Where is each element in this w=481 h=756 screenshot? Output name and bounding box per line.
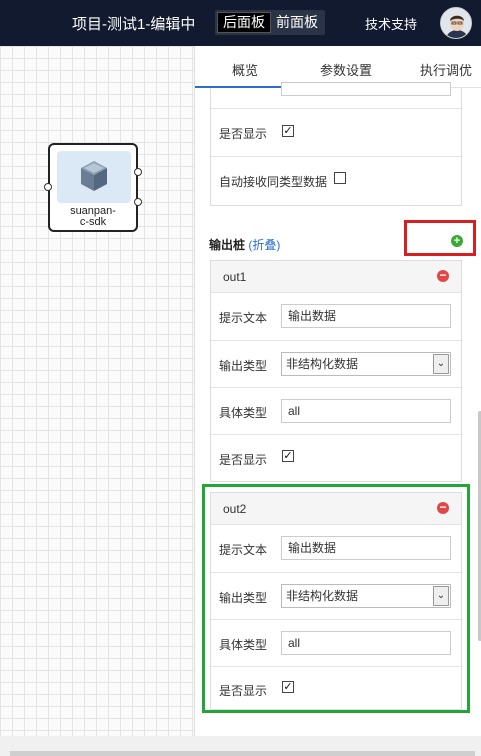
show-row: 是否显示 ✓	[211, 108, 461, 156]
backend-panel-button[interactable]: 后面板	[217, 12, 271, 33]
input-port[interactable]	[44, 183, 52, 191]
auto-receive-row: 自动接收同类型数据	[211, 156, 461, 204]
output-show-row: 是否显示 ✓	[211, 434, 461, 481]
node-icon-box	[57, 151, 131, 203]
input-settings-box: 是否显示 ✓ 自动接收同类型数据	[210, 82, 462, 206]
show-label: 是否显示	[219, 127, 268, 141]
auto-receive-label: 自动接收同类型数据	[219, 175, 328, 189]
output-section-title: 输出桩 (折叠)	[209, 236, 280, 253]
hint-input[interactable]: 输出数据	[281, 304, 451, 328]
type-label: 输出类型	[219, 359, 268, 373]
tech-support-link[interactable]: 技术支持	[365, 14, 417, 33]
component-node[interactable]: suanpan- c-sdk	[44, 143, 142, 232]
type-select-value: 非结构化数据	[286, 357, 359, 371]
specific-row: 具体类型 all	[211, 387, 461, 434]
output-port-2[interactable]	[134, 198, 142, 206]
output-header: out1 −	[211, 261, 461, 293]
tab-params[interactable]: 参数设置	[320, 60, 372, 79]
remove-output-icon[interactable]: −	[437, 269, 449, 282]
tab-tuning[interactable]: 执行调优	[420, 60, 472, 79]
output-show-checkbox[interactable]: ✓	[282, 450, 294, 462]
output-name: out1	[223, 270, 247, 284]
chevron-down-icon: ⌄	[433, 354, 449, 374]
highlight-out2-card	[202, 484, 470, 713]
app-header: 项目-测试1-编辑中 后面板 前面板 技术支持	[0, 0, 481, 46]
node-label-line2: c-sdk	[79, 216, 107, 228]
partial-input[interactable]	[281, 82, 451, 96]
panel-switch: 后面板 前面板	[215, 10, 325, 35]
node-label: suanpan- c-sdk	[50, 206, 136, 228]
page-title: 项目-测试1-编辑中	[72, 16, 196, 33]
tab-overview[interactable]: 概览	[232, 60, 258, 79]
type-row: 输出类型 非结构化数据 ⌄	[211, 340, 461, 387]
workflow-canvas[interactable]: suanpan- c-sdk	[0, 46, 194, 736]
type-select[interactable]: 非结构化数据 ⌄	[281, 352, 451, 376]
output-title-text: 输出桩	[209, 238, 246, 252]
horizontal-scrollbar[interactable]	[10, 751, 475, 756]
frontend-panel-button[interactable]: 前面板	[271, 12, 323, 33]
fold-link[interactable]: (折叠)	[248, 238, 280, 252]
auto-receive-checkbox[interactable]	[334, 172, 346, 184]
bottom-bar	[0, 736, 481, 756]
partial-row	[211, 82, 461, 108]
output-show-label: 是否显示	[219, 453, 268, 467]
user-avatar-icon	[441, 8, 471, 38]
hint-label: 提示文本	[219, 311, 268, 325]
output-card-out1: out1 − 提示文本 输出数据 输出类型 非结构化数据 ⌄ 具体类型 all …	[210, 260, 462, 482]
highlight-add-output	[404, 220, 476, 256]
show-checkbox[interactable]: ✓	[282, 125, 294, 137]
specific-label: 具体类型	[219, 406, 268, 420]
hint-row: 提示文本 输出数据	[211, 293, 461, 340]
avatar[interactable]	[440, 7, 472, 39]
cube-icon	[81, 161, 107, 191]
output-port-1[interactable]	[134, 168, 142, 176]
specific-input[interactable]: all	[281, 399, 451, 423]
